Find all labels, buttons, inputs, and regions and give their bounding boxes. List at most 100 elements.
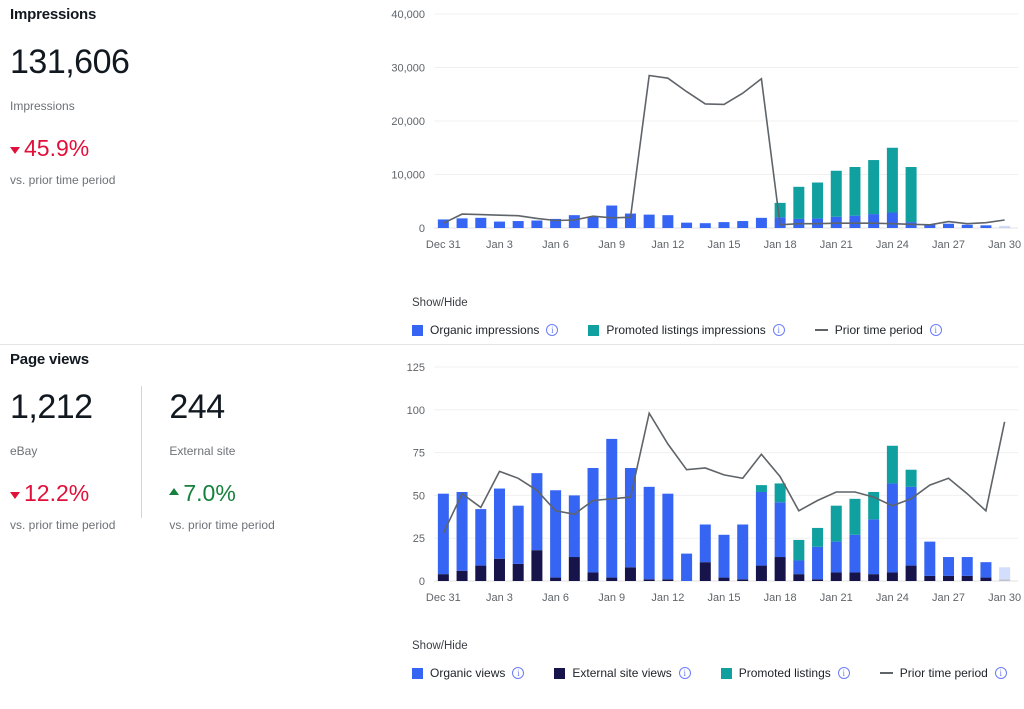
bar-segment[interactable] — [886, 445, 898, 484]
bar-segment[interactable] — [475, 217, 487, 228]
bar-segment[interactable] — [905, 565, 917, 581]
bar-segment[interactable] — [980, 225, 992, 228]
bar-segment[interactable] — [961, 575, 973, 581]
bar-segment[interactable] — [437, 493, 449, 575]
bar-segment[interactable] — [812, 546, 824, 580]
bar-segment[interactable] — [699, 562, 711, 581]
bar-segment[interactable] — [830, 541, 842, 573]
bar-segment[interactable] — [793, 574, 805, 581]
bar-segment[interactable] — [849, 572, 861, 581]
bar-segment[interactable] — [606, 577, 618, 581]
bar-segment[interactable] — [531, 550, 543, 581]
bar-segment[interactable] — [755, 485, 767, 492]
bar-segment[interactable] — [699, 223, 711, 228]
legend-item-organic-impressions[interactable]: Organic impressions i — [412, 323, 559, 337]
bar-segment[interactable] — [774, 202, 786, 218]
bar-segment[interactable] — [550, 490, 562, 578]
bar-segment[interactable] — [587, 468, 599, 573]
bar-segment[interactable] — [830, 572, 842, 581]
bar-segment[interactable] — [793, 186, 805, 219]
bar-segment[interactable] — [924, 575, 936, 581]
bar-segment[interactable] — [924, 541, 936, 576]
bar-segment[interactable] — [643, 486, 655, 580]
bar-segment[interactable] — [531, 473, 543, 551]
bar-segment[interactable] — [512, 563, 524, 581]
bar-segment[interactable] — [699, 524, 711, 563]
bar-segment[interactable] — [643, 214, 655, 228]
bar-segment[interactable] — [886, 483, 898, 573]
bar-segment[interactable] — [812, 182, 824, 219]
bar-segment[interactable] — [755, 491, 767, 566]
pageviews-chart[interactable]: 0 25 50 75 100 125 Dec 31 Jan 3 Jan 6 Jan 9 Jan 12… — [390, 353, 1024, 625]
bar-segment[interactable] — [681, 553, 693, 581]
bar-segment[interactable] — [755, 565, 767, 581]
bar-segment[interactable] — [587, 572, 599, 581]
legend-item-organic-views[interactable]: Organic views i — [412, 666, 525, 680]
bar-segment[interactable] — [961, 557, 973, 576]
bar-segment[interactable] — [737, 221, 749, 228]
bar-segment[interactable] — [849, 167, 861, 216]
info-icon[interactable]: i — [772, 324, 785, 336]
bar-segment[interactable] — [512, 505, 524, 564]
bar-segment[interactable] — [568, 557, 580, 581]
bar-segment[interactable] — [662, 493, 674, 580]
bar-segment[interactable] — [812, 527, 824, 547]
bar-segment[interactable] — [943, 575, 955, 581]
info-icon[interactable]: i — [929, 324, 942, 336]
bar-segment[interactable] — [793, 539, 805, 561]
bar-segment[interactable] — [493, 221, 505, 228]
bar-segment[interactable] — [886, 212, 898, 228]
legend-item-promoted-listings-impressions[interactable]: Promoted listings impressions i — [588, 323, 785, 337]
bar-segment[interactable] — [868, 214, 880, 228]
bar-segment[interactable] — [774, 502, 786, 558]
bar-segment[interactable] — [812, 579, 824, 581]
bar-segment[interactable] — [830, 216, 842, 228]
bar-segment[interactable] — [737, 579, 749, 581]
bar-segment[interactable] — [980, 562, 992, 578]
bar-segment[interactable] — [587, 216, 599, 228]
bar-segment[interactable] — [568, 215, 580, 228]
bar-segment[interactable] — [980, 577, 992, 581]
bar-segment[interactable] — [961, 224, 973, 228]
bar-segment[interactable] — [999, 225, 1011, 228]
bar-segment[interactable] — [999, 567, 1011, 580]
bar-segment[interactable] — [905, 167, 917, 223]
bar-segment[interactable] — [456, 218, 468, 228]
bar-segment[interactable] — [568, 495, 580, 558]
legend-item-prior-time-period[interactable]: Prior time period i — [814, 323, 942, 337]
bar-segment[interactable] — [886, 147, 898, 213]
info-icon[interactable]: i — [678, 667, 691, 679]
bar-segment[interactable] — [905, 469, 917, 487]
bar-segment[interactable] — [830, 170, 842, 217]
legend-item-external-site-views[interactable]: External site views i — [554, 666, 691, 680]
bar-segment[interactable] — [718, 577, 730, 581]
info-icon[interactable]: i — [512, 667, 525, 679]
bar-segment[interactable] — [943, 223, 955, 228]
bar-segment[interactable] — [793, 560, 805, 575]
bar-segment[interactable] — [550, 577, 562, 581]
bar-segment[interactable] — [849, 215, 861, 228]
bar-segment[interactable] — [943, 557, 955, 576]
bar-segment[interactable] — [606, 438, 618, 578]
bar-segment[interactable] — [886, 572, 898, 581]
impressions-chart[interactable]: 0 10,000 20,000 30,000 40,000 Dec 31 Jan 3 Jan … — [390, 0, 1024, 272]
bar-segment[interactable] — [737, 524, 749, 580]
bar-segment[interactable] — [437, 574, 449, 581]
bar-segment[interactable] — [718, 222, 730, 228]
bar-segment[interactable] — [830, 505, 842, 542]
bar-segment[interactable] — [624, 567, 636, 581]
bar-segment[interactable] — [755, 217, 767, 228]
bar-segment[interactable] — [718, 534, 730, 578]
bar-segment[interactable] — [475, 509, 487, 566]
bar-segment[interactable] — [643, 579, 655, 581]
bar-segment[interactable] — [662, 215, 674, 228]
bar-segment[interactable] — [868, 160, 880, 215]
bar-segment[interactable] — [456, 570, 468, 581]
bar-segment[interactable] — [475, 565, 487, 581]
bar-segment[interactable] — [662, 579, 674, 581]
bar-segment[interactable] — [512, 221, 524, 228]
bar-segment[interactable] — [849, 534, 861, 573]
bar-segment[interactable] — [868, 574, 880, 581]
bar-segment[interactable] — [493, 488, 505, 559]
legend-item-promoted-listings[interactable]: Promoted listings i — [720, 666, 850, 680]
